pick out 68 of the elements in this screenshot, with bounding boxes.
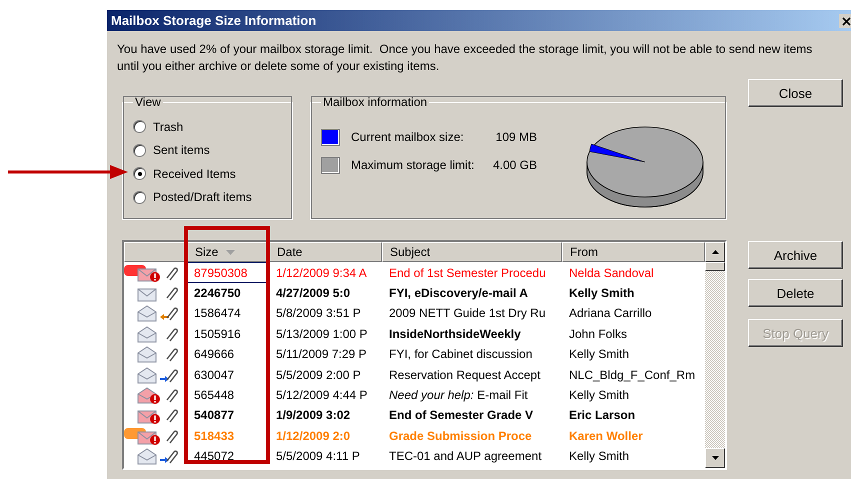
subject-cell[interactable]: 2009 NETT Guide 1st Dry Ru	[382, 303, 562, 324]
legend-value: 109 MB	[494, 130, 537, 144]
size-cell[interactable]: 445072	[187, 446, 269, 466]
legend-label: Current mailbox size:	[351, 130, 465, 144]
subject-cell[interactable]: InsideNorthsideWeekly	[382, 324, 562, 344]
scroll-thumb[interactable]	[705, 262, 725, 271]
subject-cell[interactable]: Reservation Request Accept	[382, 364, 562, 385]
from-cell[interactable]: Eric Larson	[562, 405, 705, 426]
radio-button[interactable]	[133, 120, 146, 134]
date-cell[interactable]: 4/27/2009 5:0	[269, 282, 382, 304]
from-cell[interactable]: NLC_Bldg_F_Conf_Rm	[562, 364, 705, 385]
size-cell[interactable]: 630047	[187, 364, 269, 385]
radio-button[interactable]	[133, 190, 146, 204]
from-cell[interactable]: Nelda Sandoval	[562, 262, 705, 283]
legend-value: 4.00 GB	[492, 158, 537, 172]
radio-button[interactable]	[133, 144, 146, 157]
radio-option[interactable]: Posted/Draft items	[133, 186, 282, 209]
date-cell[interactable]: 1/9/2009 3:02	[269, 405, 382, 426]
size-cell[interactable]: 540877	[187, 405, 269, 426]
from-cell[interactable]: Kelly Smith	[562, 282, 705, 304]
legend-label: Maximum storage limit:	[351, 158, 476, 172]
size-cell[interactable]: 649666	[187, 344, 269, 364]
date-cell[interactable]: 5/13/2009 1:00 P	[269, 324, 382, 344]
close-icon[interactable]	[839, 14, 851, 28]
group-label: Mailbox information	[322, 95, 428, 109]
column-header[interactable]: From	[562, 242, 705, 262]
date-cell[interactable]: 5/5/2009 2:00 P	[269, 364, 382, 385]
from-cell[interactable]: Adriana Carrillo	[562, 303, 705, 324]
from-cell[interactable]: Kelly Smith	[562, 384, 705, 406]
date-cell[interactable]: 5/8/2009 3:51 P	[269, 303, 382, 324]
subject-cell[interactable]: FYI, for Cabinet discussion	[382, 344, 562, 364]
column-header[interactable]: Date	[269, 242, 382, 262]
size-cell[interactable]: 565448	[187, 384, 269, 406]
date-cell[interactable]: 5/5/2009 4:11 P	[269, 446, 382, 466]
up-arrow-icon	[712, 250, 718, 254]
subject-cell[interactable]: End of 1st Semester Procedu	[382, 262, 562, 283]
size-cell[interactable]: 2246750	[187, 282, 269, 304]
column-header[interactable]: Subject	[382, 242, 562, 262]
group-label: View	[134, 95, 162, 109]
scroll-down-button[interactable]	[705, 448, 725, 468]
from-cell[interactable]: John Folks	[562, 324, 705, 344]
scroll-up-button[interactable]	[705, 242, 725, 262]
dialog-button[interactable]: Delete	[748, 279, 843, 307]
size-cell[interactable]: 1586474	[187, 303, 269, 324]
from-cell[interactable]: Kelly Smith	[562, 446, 705, 466]
scrollbar-track[interactable]	[705, 242, 725, 468]
dialog-button[interactable]: Close	[748, 79, 843, 107]
radio-option[interactable]: Trash	[133, 115, 282, 138]
column-header[interactable]	[124, 242, 187, 262]
dialog-button[interactable]: Archive	[748, 241, 843, 269]
date-cell[interactable]: 5/12/2009 4:44 P	[269, 384, 382, 406]
from-cell[interactable]: Kelly Smith	[562, 344, 705, 364]
radio-option[interactable]: Received Items	[133, 162, 282, 186]
radio-button[interactable]	[133, 167, 146, 180]
radio-option[interactable]: Sent items	[133, 138, 282, 162]
down-arrow-icon	[712, 456, 718, 460]
subject-cell[interactable]: FYI, eDiscovery/e-mail A	[382, 282, 562, 304]
sort-arrow-icon	[226, 250, 236, 254]
subject-cell[interactable]: TEC-01 and AUP agreement	[382, 446, 562, 466]
date-cell[interactable]: 1/12/2009 9:34 A	[269, 262, 382, 283]
date-cell[interactable]: 5/11/2009 7:29 P	[269, 344, 382, 364]
size-cell[interactable]: 87950308	[187, 262, 269, 283]
storage-message: You have used 2% of your mailbox storage limit. Once you have exceeded the storage limit, you will not be able to send new items until you either archive or delete some of your existing items.	[117, 41, 814, 75]
subject-cell[interactable]: Need your help: E-mail Fit	[382, 384, 562, 406]
column-header[interactable]: Size	[187, 242, 269, 262]
subject-cell[interactable]: End of Semester Grade V	[382, 405, 562, 426]
window-title: Mailbox Storage Size Information	[111, 13, 316, 28]
size-cell[interactable]: 1505916	[187, 324, 269, 344]
